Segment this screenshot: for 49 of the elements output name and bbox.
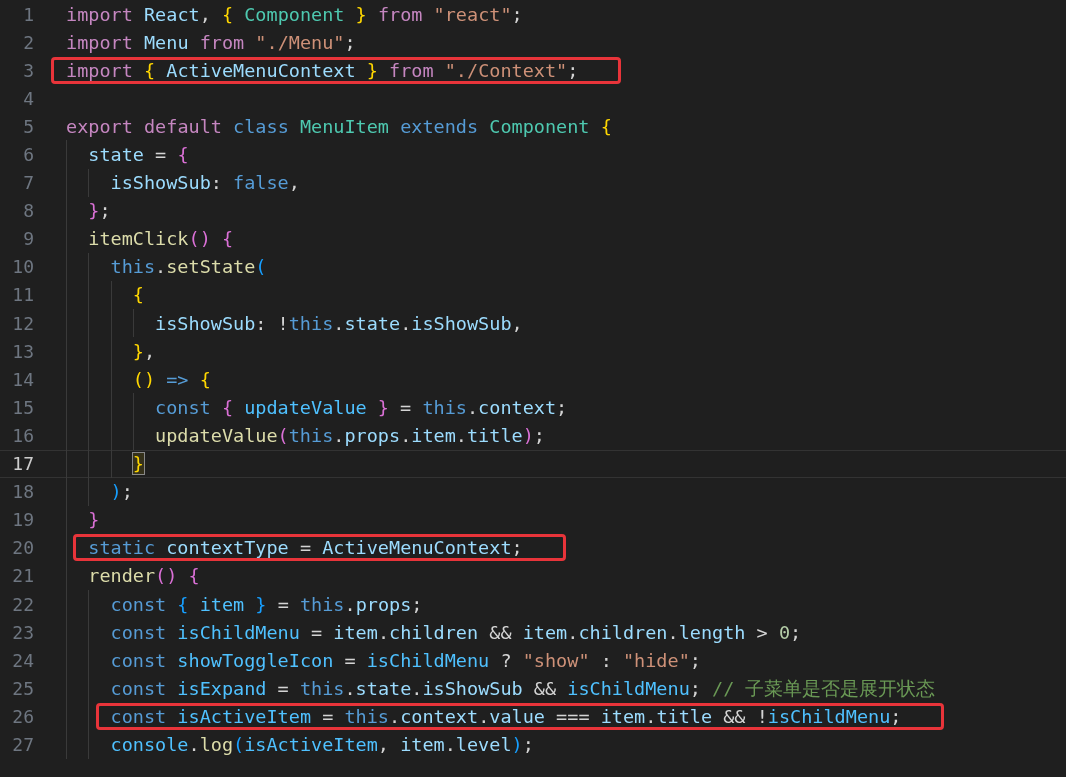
line-number: 17 (11, 453, 34, 475)
line-number: 27 (11, 734, 34, 755)
code-line: }; (88, 200, 111, 222)
code-line: import Menu from "./Menu"; (66, 31, 356, 53)
line-number: 13 (11, 340, 34, 362)
line-number: 4 (22, 87, 34, 109)
line-number: 5 (22, 115, 34, 137)
code-line: export default class MenuItem extends Component { (66, 115, 612, 137)
line-number: 2 (22, 31, 34, 53)
code-line: isShowSub: false, (110, 172, 300, 194)
code-line: }, (132, 340, 156, 362)
line-number: 21 (11, 565, 34, 587)
line-number: 25 (11, 677, 34, 699)
line-number: 7 (22, 172, 34, 194)
line-number: 1 (22, 3, 34, 25)
line-number: 9 (22, 228, 34, 250)
line-number: 16 (11, 424, 34, 446)
code-line: this.setState( (110, 256, 267, 278)
line-number: 18 (11, 481, 34, 503)
line-number: 8 (22, 200, 34, 222)
line-number: 6 (22, 144, 34, 165)
line-number: 11 (11, 284, 34, 306)
code-line: ); (110, 481, 133, 503)
code-line: state = { (88, 144, 189, 165)
line-number: 19 (11, 509, 34, 531)
line-number: 20 (11, 537, 34, 559)
code-line: import React, { Component } from "react"; (66, 3, 523, 25)
line-number: 3 (22, 59, 34, 81)
code-line: itemClick() { (88, 228, 234, 250)
code-line: const isExpand = this.state.isShowSub && isChildMenu; // 子菜单是否是展开状态 (110, 676, 936, 701)
line-number: 10 (11, 256, 34, 278)
code-line: const isChildMenu = item.children && item.children.length > 0; (110, 621, 802, 643)
code-line: const showToggleIcon = isChildMenu ? "show" : "hide"; (110, 649, 701, 671)
code-line: { (132, 284, 144, 306)
code-line: () => { (132, 368, 211, 390)
line-number: 22 (11, 593, 34, 615)
code-line: console.log(isActiveItem, item.level); (110, 734, 534, 755)
line-number: 15 (11, 396, 34, 418)
code-line: const { item } = this.props; (110, 593, 423, 615)
line-number: 12 (11, 312, 34, 334)
code-line: } (88, 509, 100, 531)
code-line: render() { (88, 565, 200, 587)
line-number: 24 (11, 649, 34, 671)
line-number: 14 (11, 368, 34, 390)
code-line: isShowSub: !this.state.isShowSub, (155, 312, 523, 334)
code-line: const { updateValue } = this.context; (155, 396, 568, 418)
line-number: 26 (11, 705, 34, 727)
code-line: updateValue(this.props.item.title); (155, 424, 545, 446)
line-number: 23 (11, 621, 34, 643)
